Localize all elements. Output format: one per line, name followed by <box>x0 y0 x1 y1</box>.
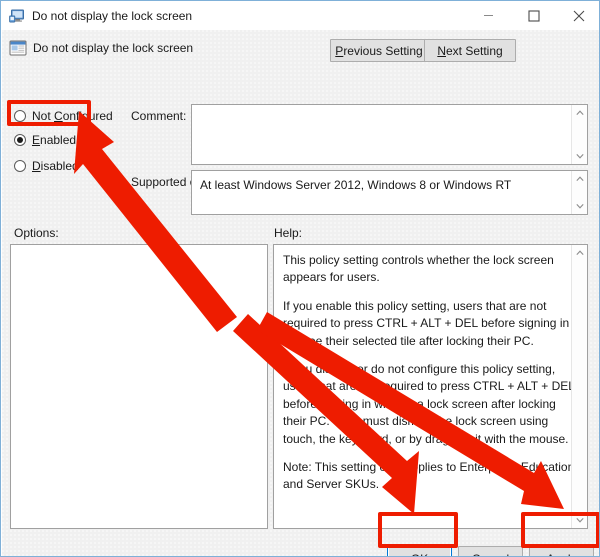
maximize-button[interactable] <box>511 1 556 30</box>
radio-not-configured[interactable]: Not Configured <box>14 109 113 123</box>
comment-value <box>192 105 587 117</box>
radio-label-disabled: Disabled <box>32 159 79 173</box>
options-panel[interactable] <box>10 244 268 529</box>
next-setting-button[interactable]: Next Setting <box>424 39 516 62</box>
supported-on-field: At least Windows Server 2012, Windows 8 … <box>191 170 588 215</box>
ok-button[interactable]: OK <box>387 546 452 557</box>
window-controls <box>466 1 599 30</box>
help-paragraph: This policy setting controls whether the… <box>283 253 554 285</box>
scroll-up-icon[interactable] <box>572 245 588 261</box>
help-paragraph: If you enable this policy setting, users… <box>283 298 570 348</box>
radio-label-not-configured: Not Configured <box>32 109 113 123</box>
comment-label: Comment: <box>131 109 187 123</box>
radio-label-enabled: Enabled <box>32 133 77 147</box>
radio-indicator <box>14 160 26 172</box>
radio-indicator <box>14 134 26 146</box>
help-panel: This policy setting controls whether the… <box>273 244 588 529</box>
radio-indicator <box>14 110 26 122</box>
radio-disabled[interactable]: Disabled <box>14 159 79 173</box>
options-label: Options: <box>14 226 59 240</box>
previous-setting-label: Previous Setting <box>335 43 423 58</box>
apply-label: Apply <box>546 552 576 557</box>
supported-on-value: At least Windows Server 2012, Windows 8 … <box>200 178 512 192</box>
previous-setting-button[interactable]: Previous Setting <box>330 39 428 62</box>
cancel-button[interactable]: Cancel <box>458 546 523 557</box>
minimize-button[interactable] <box>466 1 511 30</box>
scroll-up-icon[interactable] <box>572 105 588 121</box>
policy-monitor-icon <box>9 8 25 24</box>
supported-scrollbar[interactable] <box>571 171 587 214</box>
help-scrollbar[interactable] <box>571 245 587 528</box>
title-bar: Do not display the lock screen <box>1 1 599 30</box>
scroll-down-icon[interactable] <box>572 198 588 214</box>
cancel-label: Cancel <box>472 552 509 557</box>
group-policy-setting-dialog: Do not display the lock screen Do not di… <box>0 0 600 557</box>
options-content <box>11 245 267 257</box>
radio-enabled[interactable]: Enabled <box>14 133 76 147</box>
scroll-down-icon[interactable] <box>572 512 588 528</box>
help-label: Help: <box>274 226 303 240</box>
apply-button[interactable]: Apply <box>529 546 594 557</box>
next-setting-label: Next Setting <box>437 43 503 58</box>
comment-scrollbar[interactable] <box>571 105 587 164</box>
comment-input[interactable] <box>191 104 588 165</box>
dialog-body: Do not display the lock screen Previous … <box>2 30 599 557</box>
scroll-down-icon[interactable] <box>572 148 588 164</box>
setting-name: Do not display the lock screen <box>33 41 194 55</box>
help-paragraph: Note: This setting only applies to Enter… <box>283 459 578 492</box>
close-button[interactable] <box>556 1 599 30</box>
help-content: This policy setting controls whether the… <box>274 245 587 501</box>
help-paragraph: If you disable or do not configure this … <box>283 361 575 446</box>
window-title: Do not display the lock screen <box>32 8 193 23</box>
policy-setting-icon <box>9 39 27 57</box>
scroll-up-icon[interactable] <box>572 171 588 187</box>
ok-label: OK <box>411 552 428 557</box>
